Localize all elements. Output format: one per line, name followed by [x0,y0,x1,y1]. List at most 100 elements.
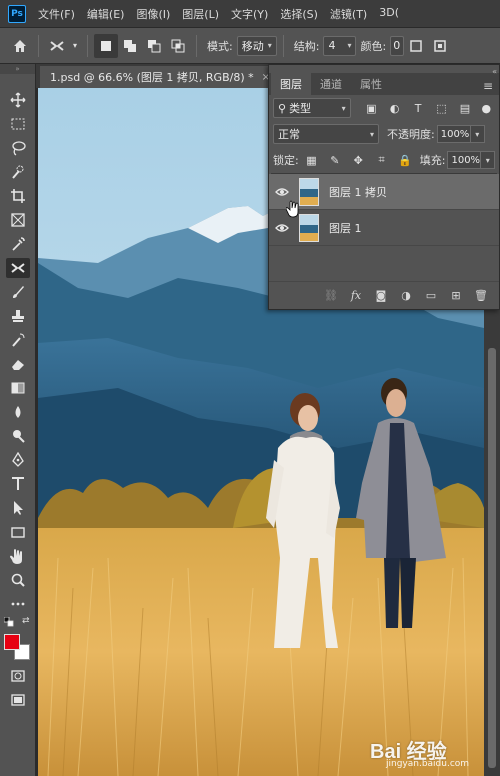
panel-grip[interactable]: » [0,64,35,74]
layer-thumbnail [299,213,319,242]
tab-layers[interactable]: 图层 [271,73,311,95]
collapse-panel-icon[interactable]: « [492,67,497,76]
layer-name[interactable]: 图层 1 [329,220,362,236]
lock-all-icon[interactable]: 🔒 [396,151,413,169]
subtract-from-selection-icon[interactable] [142,34,166,58]
hand-tool-icon[interactable] [6,546,30,566]
trash-icon[interactable]: 🗑 [473,289,489,302]
separator [282,34,284,57]
visibility-eye-icon[interactable] [269,187,295,197]
lasso-tool-icon[interactable] [6,138,30,158]
visibility-eye-icon[interactable] [269,223,295,233]
screen-mode-icon[interactable] [6,690,30,710]
quick-select-tool-icon[interactable] [6,162,30,182]
brush-tool-icon[interactable] [6,282,30,302]
rectangle-tool-icon[interactable] [6,522,30,542]
adjustment-icon[interactable]: ◑ [398,289,414,302]
intersect-selection-icon[interactable] [166,34,190,58]
menu-item[interactable]: 图像(I) [136,6,170,22]
swap-colors-icon[interactable]: ⇄ [22,616,30,626]
content-aware-move-icon[interactable] [45,34,69,58]
opacity-input[interactable]: 100% [436,125,471,143]
crop-tool-icon[interactable] [6,186,30,206]
layer-row[interactable]: 图层 1 拷贝 [269,174,499,210]
more-tools-icon[interactable] [6,594,30,614]
marquee-tool-icon[interactable] [6,114,30,134]
move-tool-icon[interactable] [6,90,30,110]
stamp-tool-icon[interactable] [6,306,30,326]
eyedropper-tool-icon[interactable] [6,234,30,254]
sample-all-layers-icon[interactable] [404,34,428,58]
menu-item[interactable]: 滤镜(T) [330,6,367,22]
color-value: 0 [393,39,401,52]
transform-icon[interactable] [428,34,452,58]
mode-select[interactable]: 移动 ▾ [236,35,277,56]
content-aware-move-tool-icon[interactable] [6,258,30,278]
mask-icon[interactable]: ◙ [373,289,389,302]
lock-pixels-icon[interactable]: ✎ [326,151,343,169]
quick-mask-icon[interactable] [6,666,30,686]
add-to-selection-icon[interactable] [118,34,142,58]
menu-item[interactable]: 文字(Y) [231,6,268,22]
menu-item[interactable]: 3D( [379,6,399,22]
eyedropper-tool-icon [12,237,25,251]
new-layer-icon[interactable]: ⊞ [448,289,464,302]
home-icon[interactable] [8,34,32,58]
tab-channels[interactable]: 通道 [311,73,351,95]
layer-name[interactable]: 图层 1 拷贝 [329,184,387,200]
options-bar: ▾ 模式: 移动 ▾ 结构: 4 ▾ 颜色: 0 [0,28,500,64]
chevron-down-icon[interactable]: ▾ [69,34,81,58]
lock-artboard-icon[interactable]: ⌗ [373,151,390,169]
menu-item[interactable]: 编辑(E) [87,6,125,22]
stamp-tool-icon [12,310,24,322]
shape-filter-icon[interactable]: ⬚ [433,99,450,117]
pen-tool-icon[interactable] [6,450,30,470]
filter-toggle-icon[interactable]: ● [478,99,495,117]
menu-item[interactable]: 图层(L) [182,6,219,22]
blur-tool-icon[interactable] [6,402,30,422]
blend-row: 正常 ▾ 不透明度: 100% ▾ [269,121,499,147]
link-icon[interactable]: ⛓ [323,289,339,302]
document-tab-title: 1.psd @ 66.6% (图层 1 拷贝, RGB/8) * [50,71,254,84]
lock-transparent-icon[interactable]: ▦ [303,151,320,169]
adjustment-filter-icon[interactable]: ◐ [386,99,403,117]
lock-label: 锁定: [273,154,299,167]
foreground-color-swatch[interactable] [4,634,20,650]
layer-row[interactable]: 图层 1 [269,210,499,246]
panel-menu-icon[interactable]: ≡ [483,79,493,93]
path-select-tool-icon[interactable] [6,498,30,518]
tab-properties[interactable]: 属性 [351,73,391,95]
quick-select-tool-icon [12,165,24,179]
menu-item[interactable]: 文件(F) [38,6,75,22]
gradient-tool-icon [11,382,25,394]
new-selection-icon[interactable] [94,33,118,58]
default-colors-icon[interactable] [3,616,14,627]
type-filter-icon[interactable]: T [409,99,426,117]
move-tool-icon [10,92,26,108]
pixel-filter-icon[interactable]: ▣ [363,99,380,117]
scrollbar-thumb[interactable] [488,348,496,768]
more-tools-icon [11,602,25,606]
lock-position-icon[interactable]: ✥ [350,151,367,169]
chevron-down-icon[interactable]: ▾ [470,125,485,143]
fx-icon[interactable]: fx [348,289,364,302]
filter-kind-select[interactable]: ⚲ 类型 ▾ [273,98,351,118]
zoom-tool-icon[interactable] [6,570,30,590]
gradient-tool-icon[interactable] [6,378,30,398]
fill-input[interactable]: 100% [447,151,482,169]
dodge-tool-icon[interactable] [6,426,30,446]
history-brush-tool-icon[interactable] [6,330,30,350]
blend-mode-select[interactable]: 正常 ▾ [273,124,379,144]
smart-object-filter-icon[interactable]: ▤ [456,99,473,117]
structure-select[interactable]: 4 ▾ [323,35,357,56]
type-tool-icon[interactable] [6,474,30,494]
marquee-tool-icon [11,118,25,130]
eraser-tool-icon[interactable] [6,354,30,374]
chevron-down-icon[interactable]: ▾ [481,151,496,169]
frame-tool-icon [11,213,25,227]
menu-item[interactable]: 选择(S) [280,6,318,22]
document-tab[interactable]: 1.psd @ 66.6% (图层 1 拷贝, RGB/8) * × [40,66,270,88]
folder-icon[interactable]: ▭ [423,289,439,302]
color-input[interactable]: 0 [390,35,405,56]
frame-tool-icon[interactable] [6,210,30,230]
